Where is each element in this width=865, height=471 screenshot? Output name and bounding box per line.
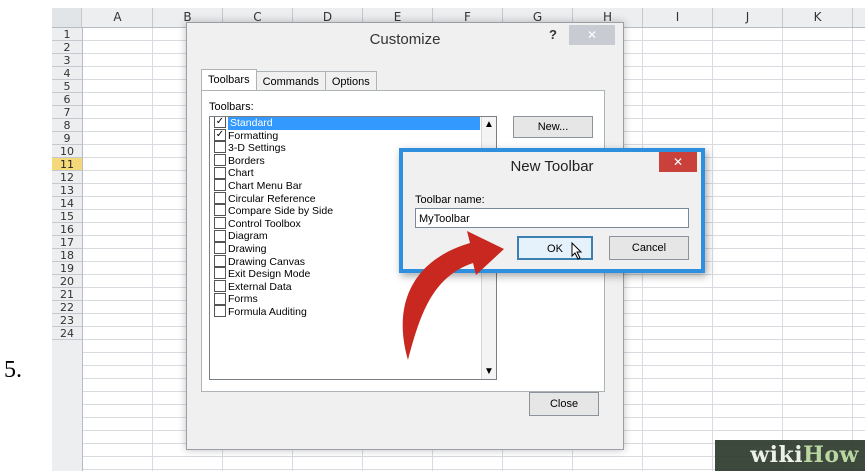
row-header[interactable]: 13 (52, 184, 82, 197)
row-header[interactable]: 7 (52, 106, 82, 119)
checkbox[interactable] (214, 191, 226, 204)
list-item[interactable]: ✓ Standard (210, 117, 496, 130)
toolbars-label: Toolbars: (209, 101, 254, 113)
row-header[interactable]: 14 (52, 197, 82, 210)
row-header[interactable]: 23 (52, 314, 82, 327)
row-header[interactable]: 5 (52, 80, 82, 93)
column-header[interactable]: I (643, 8, 713, 27)
column-header[interactable]: A (83, 8, 153, 27)
toolbar-label: Compare Side by Side (228, 205, 334, 218)
checkbox[interactable] (214, 141, 226, 154)
row-header[interactable]: 6 (52, 93, 82, 106)
row-header[interactable]: 4 (52, 67, 82, 80)
tab-commands[interactable]: Commands (255, 71, 326, 92)
tab-options[interactable]: Options (324, 71, 377, 92)
toolbar-label: Borders (228, 154, 265, 167)
checkbox[interactable] (214, 242, 226, 255)
scroll-down-icon[interactable]: ▼ (482, 366, 496, 377)
checkbox[interactable]: ✓ (214, 128, 226, 141)
toolbar-label: Diagram (228, 230, 268, 243)
wikihow-watermark: wikiHow (715, 440, 865, 471)
dialog-close-button[interactable]: ✕ (569, 25, 615, 45)
watermark-wiki: wiki (750, 442, 804, 468)
row-header[interactable]: 18 (52, 249, 82, 262)
row-header[interactable]: 20 (52, 275, 82, 288)
checkbox[interactable] (214, 292, 226, 305)
row-header[interactable]: 9 (52, 132, 82, 145)
row-header[interactable]: 2 (52, 41, 82, 54)
toolbar-label: Chart Menu Bar (228, 179, 303, 192)
row-header[interactable]: 19 (52, 262, 82, 275)
checkbox[interactable] (214, 267, 226, 280)
cancel-button[interactable]: Cancel (609, 236, 689, 260)
toolbar-label: Formatting (228, 129, 279, 142)
tab-strip: Toolbars Commands Options (201, 69, 377, 92)
row-header[interactable]: 16 (52, 223, 82, 236)
row-header[interactable]: 11 (52, 158, 82, 171)
row-header[interactable]: 15 (52, 210, 82, 223)
select-all-corner[interactable] (52, 8, 82, 27)
help-button[interactable]: ? (549, 27, 557, 42)
step-number: 5. (4, 357, 22, 383)
checkbox[interactable] (214, 166, 226, 179)
checkbox[interactable] (214, 254, 226, 267)
toolbar-label: Drawing Canvas (228, 255, 306, 268)
row-header[interactable]: 10 (52, 145, 82, 158)
toolbar-label: Circular Reference (228, 192, 316, 205)
new-toolbar-close-button[interactable]: ✕ (659, 152, 697, 172)
tab-toolbars[interactable]: Toolbars (201, 69, 257, 92)
checkbox[interactable] (214, 179, 226, 192)
checkbox[interactable] (214, 229, 226, 242)
dialog-title: Customize (369, 31, 441, 48)
watermark-how: How (803, 442, 859, 468)
checkbox[interactable] (214, 204, 226, 217)
row-header[interactable]: 12 (52, 171, 82, 184)
toolbar-label: Formula Auditing (228, 305, 307, 318)
row-header[interactable]: 8 (52, 119, 82, 132)
toolbar-label: Exit Design Mode (228, 268, 311, 281)
checkbox[interactable] (214, 279, 226, 292)
checkbox[interactable] (214, 305, 226, 318)
toolbar-label: External Data (228, 280, 292, 293)
row-headers: 1 2 3 4 5 6 7 8 9 10 11 12 13 14 15 16 17 18 19 20 21 22 23 24 (52, 28, 83, 471)
close-button[interactable]: Close (529, 392, 599, 416)
row-header[interactable]: 3 (52, 54, 82, 67)
scroll-up-icon[interactable]: ▲ (482, 119, 496, 130)
row-header[interactable]: 17 (52, 236, 82, 249)
checkbox[interactable]: ✓ (214, 117, 226, 129)
checkbox[interactable] (214, 216, 226, 229)
toolbar-label: Control Toolbox (228, 217, 301, 230)
toolbar-label: Drawing (228, 242, 267, 255)
checkbox[interactable] (214, 154, 226, 166)
list-item[interactable]: ✓ Formatting (210, 128, 496, 143)
column-header[interactable]: K (783, 8, 853, 27)
mouse-cursor-icon (571, 242, 583, 260)
toolbar-label: Chart (228, 167, 254, 180)
row-header[interactable]: 22 (52, 301, 82, 314)
row-header[interactable]: 24 (52, 327, 82, 340)
row-header[interactable]: 1 (52, 28, 82, 41)
pointing-arrow-icon (402, 231, 504, 360)
watermark-text: wikiHow (750, 442, 859, 468)
toolbar-label: 3-D Settings (228, 142, 286, 155)
toolbar-label: Forms (228, 293, 258, 306)
new-toolbar-title: New Toolbar (510, 158, 594, 175)
toolbar-label: Standard (228, 117, 480, 130)
column-header[interactable]: J (713, 8, 783, 27)
row-header[interactable]: 21 (52, 288, 82, 301)
new-button[interactable]: New... (513, 116, 593, 138)
